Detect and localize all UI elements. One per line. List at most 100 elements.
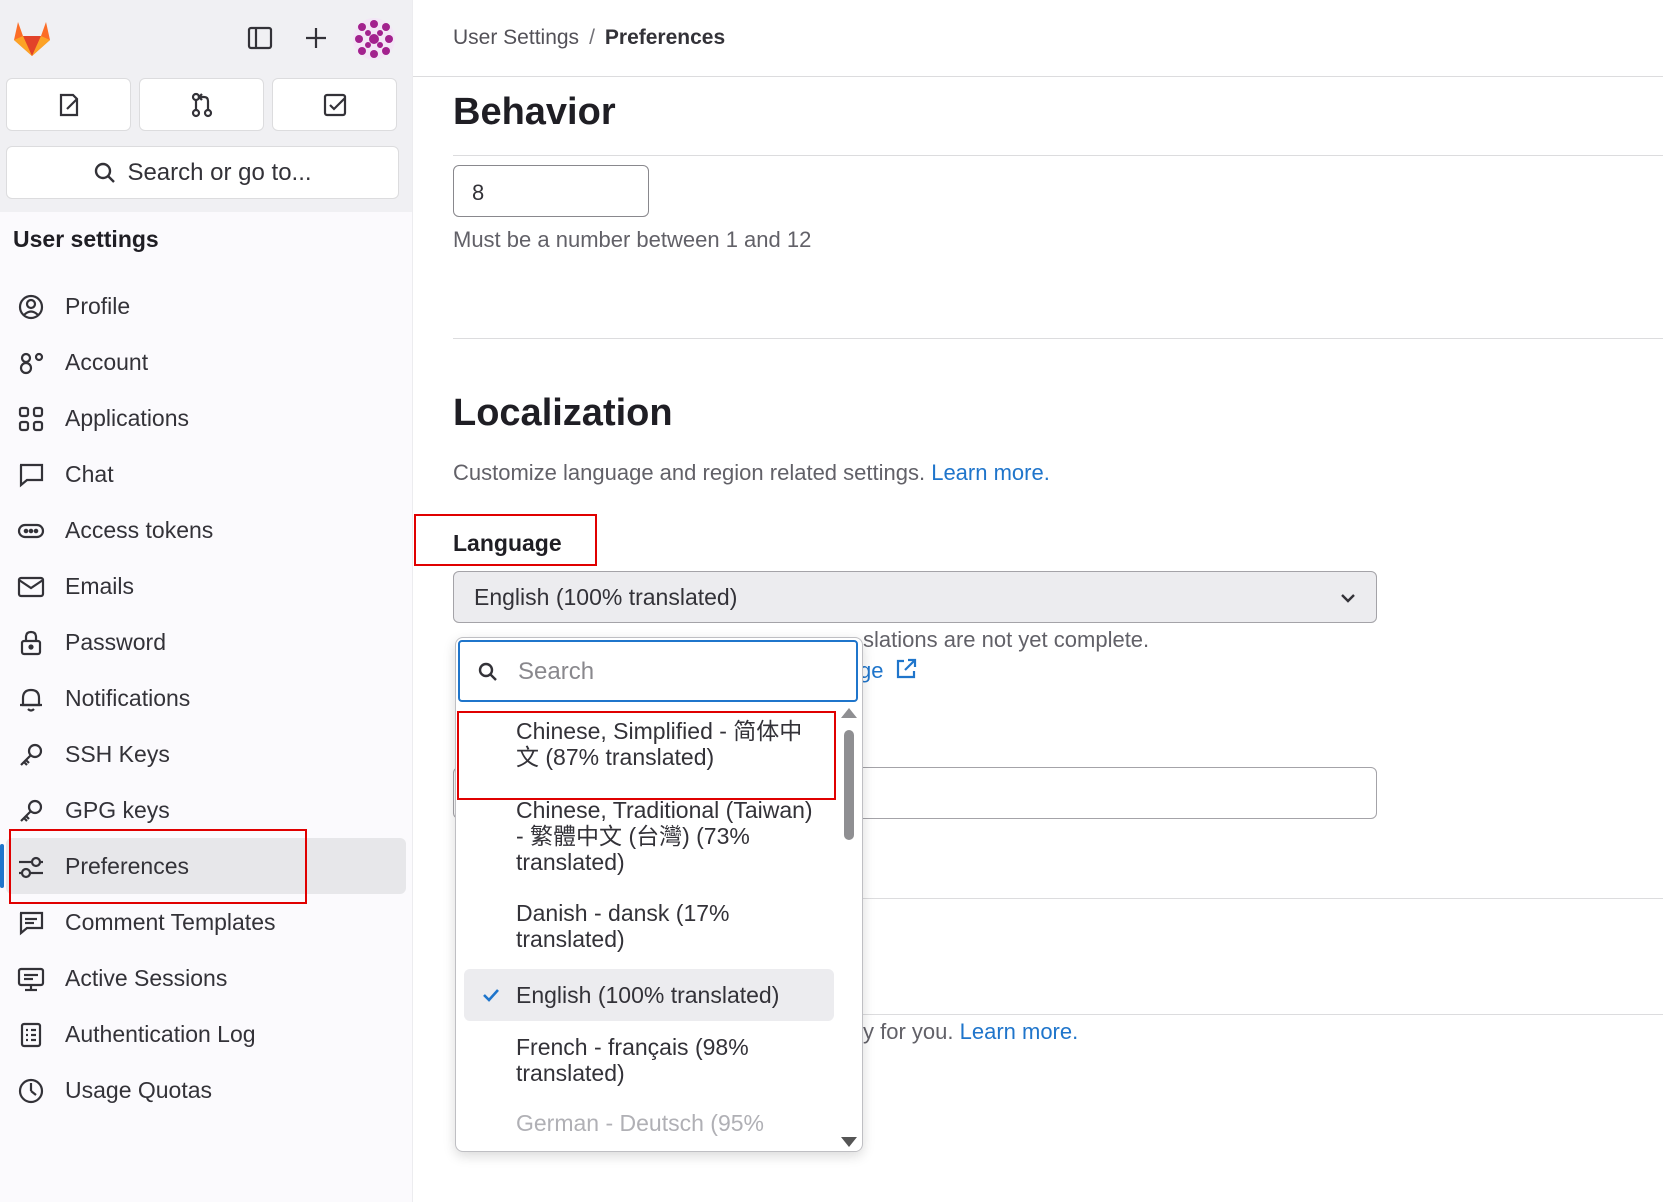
sidebar-item-label: Profile — [65, 292, 131, 319]
scroll-thumb[interactable] — [844, 730, 854, 840]
key-icon — [20, 743, 43, 766]
sidebar-item-account[interactable]: Account — [0, 334, 412, 390]
divider — [453, 338, 1663, 339]
breadcrumb-separator: / — [589, 26, 595, 49]
search-button-label: Search or go to... — [127, 158, 312, 186]
issues-icon — [323, 93, 346, 116]
localization-description: Customize language and region related se… — [453, 460, 1050, 486]
log-icon — [20, 1022, 42, 1048]
sidebar-item-comment-templates[interactable]: Comment Templates — [0, 894, 412, 950]
dropdown-search-input[interactable] — [516, 654, 850, 690]
sidebar-item-label: Active Sessions — [65, 964, 228, 991]
option-danish[interactable]: Danish - dansk (17% translated) — [464, 900, 834, 952]
sidebar-item-emails[interactable]: Emails — [0, 558, 412, 614]
scroll-up-arrow-icon[interactable] — [841, 708, 857, 718]
number-help-text: Must be a number between 1 and 12 — [453, 227, 812, 252]
sidebar-item-usage-quotas[interactable]: Usage Quotas — [0, 1062, 412, 1118]
sidebar-item-chat[interactable]: Chat — [0, 446, 412, 502]
translation-note: slations are not yet complete. — [863, 627, 1150, 652]
sidebar-item-label: Comment Templates — [65, 908, 276, 935]
divider — [863, 898, 1663, 899]
language-select[interactable]: English (100% translated) — [453, 571, 1377, 623]
sidebar-item-label: Emails — [65, 572, 135, 599]
sidebar-item-notifications[interactable]: Notifications — [0, 670, 412, 726]
search-icon — [95, 162, 116, 183]
sidebar-item-label: Account — [65, 348, 149, 375]
preferences-icon — [19, 856, 43, 879]
option-french[interactable]: French - français (98% translated) — [464, 1034, 834, 1086]
sidebar-item-label: Chat — [65, 460, 114, 487]
quota-icon — [18, 1078, 44, 1104]
avatar[interactable] — [353, 18, 395, 60]
profile-icon — [18, 294, 44, 320]
localization-heading: Localization — [453, 392, 673, 434]
breadcrumb-current: Preferences — [604, 26, 726, 49]
sidebar-nav: Profile Account Applications Chat Access… — [0, 278, 412, 1118]
option-german[interactable]: German - Deutsch (95% — [464, 1110, 834, 1136]
sidebar-item-label: SSH Keys — [65, 740, 170, 767]
sidebar-item-label: Notifications — [65, 684, 191, 711]
todo-button[interactable] — [6, 78, 131, 131]
dropdown-scrollbar[interactable] — [837, 704, 861, 1151]
translation-help-link[interactable]: ge — [859, 657, 918, 684]
sidebar-item-ssh-keys[interactable]: SSH Keys — [0, 726, 412, 782]
monitor-icon — [17, 967, 45, 992]
sidebar-item-password[interactable]: Password — [0, 614, 412, 670]
divider — [453, 155, 1663, 156]
check-icon — [483, 989, 499, 1002]
sidebar-item-preferences[interactable]: Preferences — [0, 838, 406, 894]
behavior-heading: Behavior — [453, 91, 616, 133]
sidebar-item-label: Preferences — [65, 852, 190, 879]
language-label: Language — [453, 530, 562, 556]
tracking-text-visible: y for you. — [863, 1019, 954, 1044]
scroll-down-arrow-icon[interactable] — [841, 1137, 857, 1147]
gitlab-logo-icon[interactable] — [10, 16, 54, 60]
option-chinese-simplified[interactable]: Chinese, Simplified - 简体中文 (87% translat… — [464, 718, 834, 770]
sidebar-item-label: Access tokens — [65, 516, 214, 543]
applications-icon — [18, 406, 44, 432]
active-indicator — [0, 844, 4, 888]
account-icon — [19, 352, 44, 375]
option-english-label: English (100% translated) — [516, 982, 780, 1008]
learn-more-link[interactable]: Learn more. — [931, 460, 1050, 485]
sidebar-item-active-sessions[interactable]: Active Sessions — [0, 950, 412, 1006]
search-button[interactable]: Search or go to... — [6, 146, 399, 199]
bell-icon — [20, 688, 42, 712]
breadcrumb: User Settings / Preferences — [453, 26, 725, 50]
language-select-value: English (100% translated) — [474, 584, 738, 610]
sidebar-item-authentication-log[interactable]: Authentication Log — [0, 1006, 412, 1062]
sidebar-item-profile[interactable]: Profile — [0, 278, 412, 334]
sidebar: Search or go to... User settings Profile… — [0, 0, 413, 1202]
plus-icon[interactable] — [300, 22, 332, 54]
sidebar-item-label: Applications — [65, 404, 190, 431]
option-english[interactable]: English (100% translated) — [464, 969, 834, 1021]
sidebar-item-applications[interactable]: Applications — [0, 390, 412, 446]
sidebar-toggle-icon[interactable] — [244, 22, 276, 54]
chevron-down-icon — [1341, 594, 1355, 603]
comment-icon — [19, 911, 44, 936]
token-icon — [17, 523, 45, 539]
localization-description-text: Customize language and region related se… — [453, 460, 926, 485]
merge-requests-button[interactable] — [139, 78, 264, 131]
sidebar-header: Search or go to... — [0, 0, 412, 212]
merge-request-icon — [191, 92, 212, 117]
sidebar-item-label: Usage Quotas — [65, 1076, 213, 1103]
sidebar-item-label: GPG keys — [65, 796, 170, 823]
option-chinese-traditional[interactable]: Chinese, Traditional (Taiwan) - 繁體中文 (台灣… — [464, 797, 834, 875]
dropdown-search — [458, 640, 858, 702]
sidebar-heading: User settings — [13, 226, 159, 252]
tracking-learn-more-link[interactable]: Learn more. — [960, 1019, 1079, 1044]
issues-button[interactable] — [272, 78, 397, 131]
sidebar-item-gpg-keys[interactable]: GPG keys — [0, 782, 412, 838]
sidebar-item-label: Password — [65, 628, 166, 655]
chat-icon — [19, 463, 44, 488]
sidebar-item-access-tokens[interactable]: Access tokens — [0, 502, 412, 558]
divider — [863, 1014, 1663, 1015]
todo-icon — [59, 93, 78, 116]
key-icon — [20, 799, 43, 822]
external-link-icon — [896, 658, 916, 679]
sidebar-item-label: Authentication Log — [65, 1020, 256, 1047]
number-input[interactable]: 8 — [453, 165, 649, 217]
top-bar: User Settings / Preferences — [413, 0, 1663, 77]
breadcrumb-parent[interactable]: User Settings — [453, 26, 579, 49]
